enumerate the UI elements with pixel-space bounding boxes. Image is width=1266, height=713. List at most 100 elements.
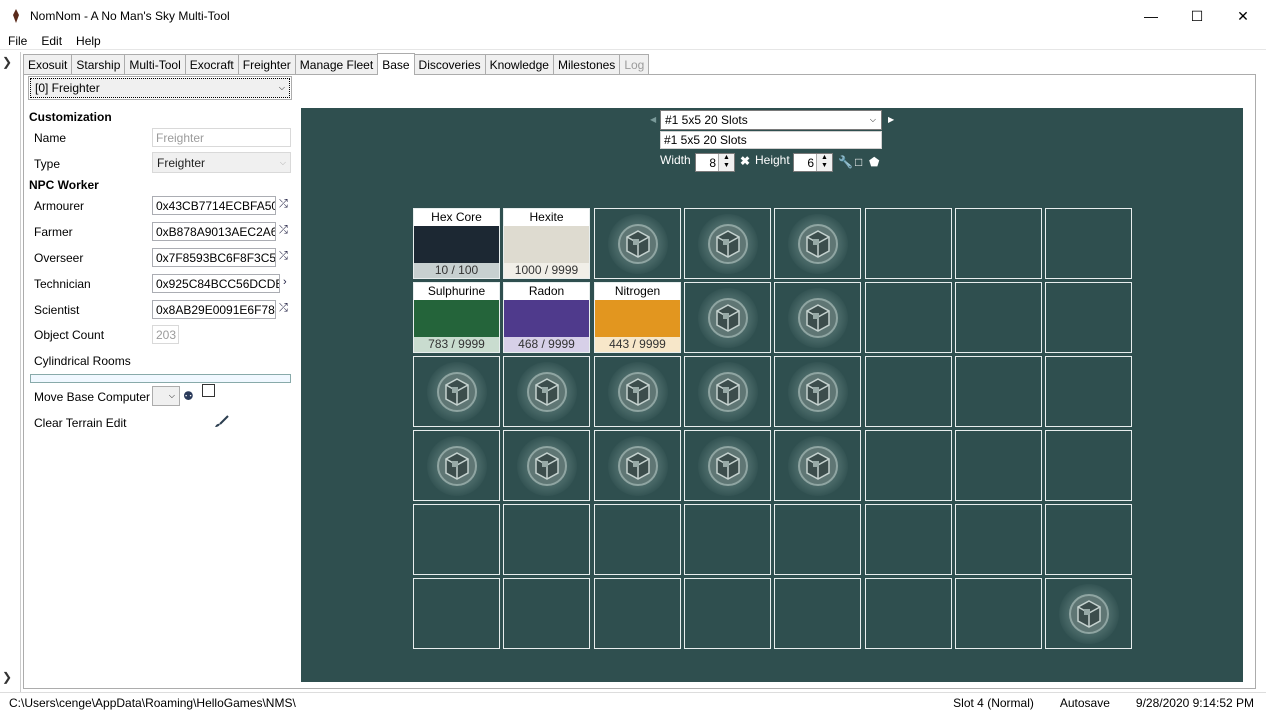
- inventory-slot-empty[interactable]: [774, 504, 861, 575]
- people-swap-icon[interactable]: ⚉: [183, 389, 194, 403]
- inventory-slot-module[interactable]: [413, 430, 500, 501]
- inventory-slot-item[interactable]: Sulphurine 783 / 9999: [413, 282, 500, 353]
- height-stepper[interactable]: 6 ▲ ▼: [793, 153, 833, 172]
- inventory-option[interactable]: #1 5x5 20 Slots: [660, 131, 882, 149]
- inventory-slot-empty[interactable]: [413, 504, 500, 575]
- inventory-slot-empty[interactable]: [865, 430, 952, 501]
- inventory-slot-empty[interactable]: [1045, 430, 1132, 501]
- move-base-computer-select[interactable]: ⌵: [152, 386, 180, 406]
- inventory-select[interactable]: #1 5x5 20 Slots ⌵: [660, 110, 882, 130]
- name-field[interactable]: Freighter: [152, 128, 291, 147]
- inventory-slot-item[interactable]: Radon 468 / 9999: [503, 282, 590, 353]
- shuffle-icon[interactable]: ⤮: [279, 302, 288, 315]
- inventory-slot-empty[interactable]: [503, 578, 590, 649]
- overseer-seed-field[interactable]: 0x7F8593BC6F8F3C56: [152, 248, 276, 267]
- inventory-slot-module[interactable]: [774, 208, 861, 279]
- tab-milestones[interactable]: Milestones: [552, 54, 621, 74]
- inventory-slot-module[interactable]: [774, 282, 861, 353]
- inventory-slot-empty[interactable]: [865, 356, 952, 427]
- width-stepper[interactable]: 8 ▲ ▼: [695, 153, 735, 172]
- inventory-slot-empty[interactable]: [1045, 208, 1132, 279]
- inventory-slot-empty[interactable]: [413, 578, 500, 649]
- chevron-right-icon[interactable]: ›: [283, 276, 287, 288]
- tab-base[interactable]: Base: [377, 53, 415, 75]
- inventory-slot-item[interactable]: Nitrogen 443 / 9999: [594, 282, 681, 353]
- base-select[interactable]: [0] Freighter ⌵: [28, 76, 292, 100]
- wrench-icon[interactable]: 🔧: [838, 155, 853, 169]
- expand-log-icon[interactable]: ❯: [2, 670, 12, 684]
- inventory-slot-module[interactable]: [684, 282, 771, 353]
- move-base-checkbox[interactable]: [202, 384, 215, 397]
- menu-edit[interactable]: Edit: [33, 34, 68, 48]
- inventory-slot-empty[interactable]: [955, 208, 1042, 279]
- farmer-seed-field[interactable]: 0xB878A9013AEC2A65: [152, 222, 276, 241]
- minimize-button[interactable]: —: [1128, 0, 1174, 32]
- inventory-slot-empty[interactable]: [1045, 504, 1132, 575]
- shuffle-icon[interactable]: ⤮: [279, 224, 288, 237]
- inventory-slot-module[interactable]: [1045, 578, 1132, 649]
- inventory-slot-empty[interactable]: [1045, 282, 1132, 353]
- inventory-slot-empty[interactable]: [594, 578, 681, 649]
- inventory-slot-module[interactable]: [684, 208, 771, 279]
- inventory-slot-item[interactable]: Hex Core 10 / 100: [413, 208, 500, 279]
- inventory-slot-empty[interactable]: [955, 356, 1042, 427]
- tab-exocraft[interactable]: Exocraft: [184, 54, 239, 74]
- inventory-slot-empty[interactable]: [1045, 356, 1132, 427]
- autosave-status[interactable]: Autosave: [1060, 696, 1110, 710]
- inventory-slot-empty[interactable]: [684, 504, 771, 575]
- inventory-slot-module[interactable]: [594, 356, 681, 427]
- menu-file[interactable]: File: [0, 34, 33, 48]
- tab-discoveries[interactable]: Discoveries: [413, 54, 486, 74]
- tab-exosuit[interactable]: Exosuit: [23, 54, 73, 74]
- inventory-slot-empty[interactable]: [503, 504, 590, 575]
- menu-help[interactable]: Help: [68, 34, 107, 48]
- inventory-slot-module[interactable]: [594, 208, 681, 279]
- previous-inventory-icon[interactable]: ◀: [650, 115, 656, 124]
- inventory-slot-module[interactable]: [503, 356, 590, 427]
- scientist-seed-field[interactable]: 0x8AB29E0091E6F787: [152, 300, 276, 319]
- inventory-slot-empty[interactable]: [865, 208, 952, 279]
- inventory-slot-empty[interactable]: [955, 430, 1042, 501]
- cube-module-icon: [707, 297, 748, 338]
- shuffle-icon[interactable]: ⤮: [279, 250, 288, 263]
- inventory-slot-empty[interactable]: [684, 578, 771, 649]
- inventory-slot-item[interactable]: Hexite 1000 / 9999: [503, 208, 590, 279]
- stepper-arrows-icon[interactable]: ▲ ▼: [718, 154, 734, 171]
- inventory-slot-empty[interactable]: [865, 578, 952, 649]
- inventory-slot-module[interactable]: [413, 356, 500, 427]
- stepper-arrows-icon[interactable]: ▲ ▼: [816, 154, 832, 171]
- inventory-slot-empty[interactable]: [955, 578, 1042, 649]
- worker-label: Technician: [34, 277, 91, 291]
- tab-log[interactable]: Log: [619, 54, 650, 74]
- inventory-slot-empty[interactable]: [955, 282, 1042, 353]
- inventory-slot-module[interactable]: [684, 430, 771, 501]
- shuffle-icon[interactable]: ⤮: [279, 198, 288, 211]
- inventory-slot-empty[interactable]: [594, 504, 681, 575]
- tab-multi-tool[interactable]: Multi-Tool: [124, 54, 186, 74]
- brush-icon[interactable]: [213, 415, 229, 429]
- tab-freighter[interactable]: Freighter: [237, 54, 296, 74]
- close-button[interactable]: ✕: [1220, 0, 1266, 32]
- inventory-slot-empty[interactable]: [865, 282, 952, 353]
- technician-seed-field[interactable]: 0x925C84BCC56DCDE6: [152, 274, 280, 293]
- type-select[interactable]: Freighter ⌵: [152, 152, 291, 173]
- window-title: NomNom - A No Man's Sky Multi-Tool: [30, 9, 230, 23]
- inventory-slot-module[interactable]: [774, 430, 861, 501]
- armourer-seed-field[interactable]: 0x43CB7714ECBFA501: [152, 196, 276, 215]
- refill-icon[interactable]: ⬟: [869, 155, 879, 169]
- inventory-slot-module[interactable]: [503, 430, 590, 501]
- inventory-slot-empty[interactable]: [774, 578, 861, 649]
- next-inventory-icon[interactable]: ▶: [888, 115, 894, 124]
- inventory-slot-module[interactable]: [594, 430, 681, 501]
- tab-knowledge[interactable]: Knowledge: [484, 54, 554, 74]
- inventory-slot-module[interactable]: [684, 356, 771, 427]
- inventory-slot-empty[interactable]: [865, 504, 952, 575]
- tab-manage-fleet[interactable]: Manage Fleet: [294, 54, 379, 74]
- close-icon[interactable]: ✖: [740, 154, 750, 168]
- maximize-button[interactable]: ☐: [1174, 0, 1220, 32]
- select-all-icon[interactable]: □: [855, 155, 862, 169]
- inventory-slot-module[interactable]: [774, 356, 861, 427]
- inventory-slot-empty[interactable]: [955, 504, 1042, 575]
- tab-starship[interactable]: Starship: [71, 54, 126, 74]
- expand-panel-icon[interactable]: ❯: [2, 55, 12, 69]
